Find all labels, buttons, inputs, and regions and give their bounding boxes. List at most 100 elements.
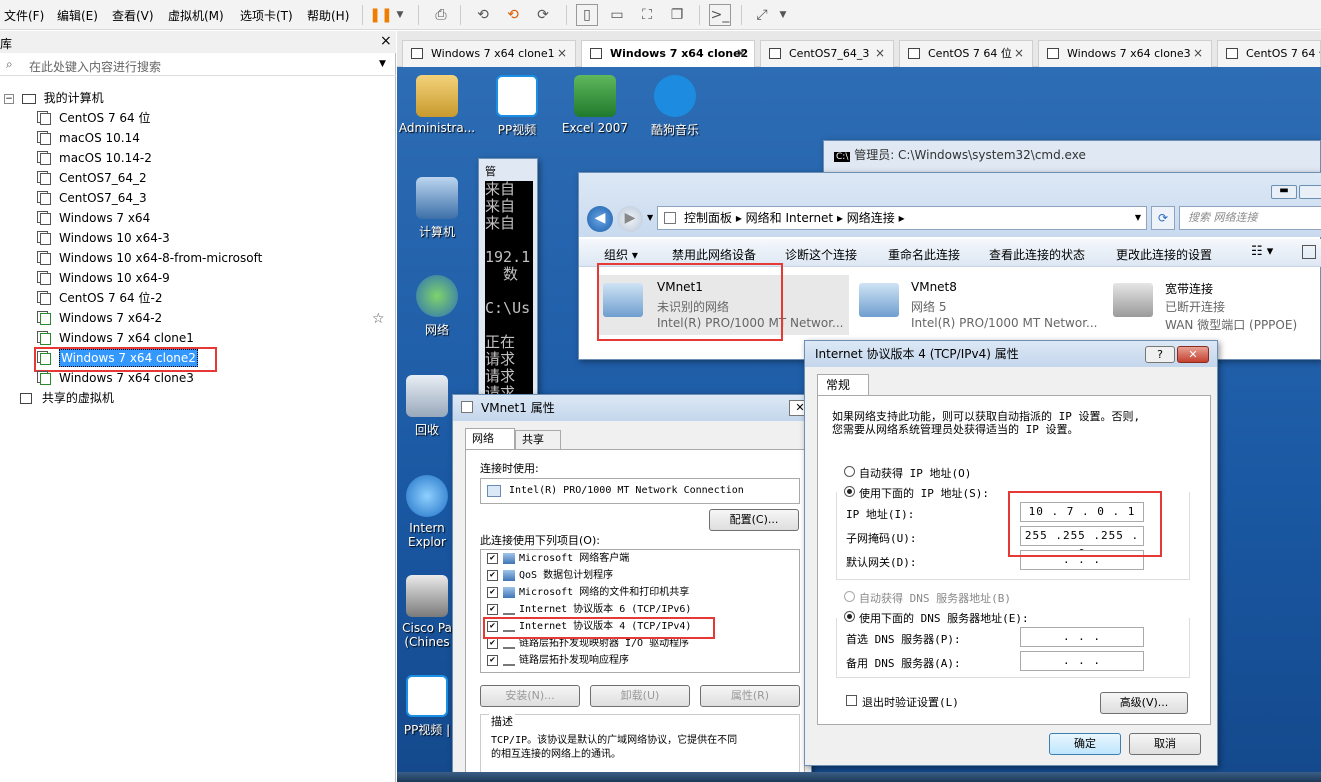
- menu-tabs[interactable]: 选项卡(T): [240, 7, 293, 24]
- configure-button[interactable]: 配置(C)...: [709, 509, 799, 531]
- tree-vm-item[interactable]: Windows 7 x64 clone1: [40, 328, 194, 348]
- tab-sharing[interactable]: 共享: [515, 430, 561, 449]
- forward-button[interactable]: ▶: [617, 206, 643, 232]
- desktop-icon-computer[interactable]: 计算机: [397, 177, 477, 240]
- advanced-button[interactable]: 高级(V)...: [1100, 692, 1188, 714]
- validate-checkbox[interactable]: [846, 695, 857, 706]
- install-button[interactable]: 安装(N)...: [480, 685, 580, 707]
- tree-vm-item[interactable]: Windows 10 x64-3: [40, 228, 170, 248]
- stretch-icon[interactable]: ⤢: [751, 4, 773, 26]
- menu-help[interactable]: 帮助(H): [307, 7, 349, 24]
- search-input[interactable]: 在此处键入内容进行搜索: [29, 58, 161, 75]
- minimize-button[interactable]: ▬: [1271, 185, 1297, 199]
- menu-view[interactable]: 查看(V): [112, 7, 154, 24]
- tree-vm-item[interactable]: CentOS7_64_3: [40, 188, 147, 208]
- breadcrumb-control-panel[interactable]: 控制面板: [684, 211, 732, 225]
- uninstall-button[interactable]: 卸载(U): [590, 685, 690, 707]
- search-input[interactable]: 搜索 网络连接: [1179, 206, 1321, 230]
- ipv4-properties-dialog[interactable]: Internet 协议版本 4 (TCP/IPv4) 属性 ? ✕ 常规 如果网…: [804, 340, 1218, 766]
- view-options-icon[interactable]: ☷ ▾: [1251, 244, 1273, 259]
- desktop-icon-ie[interactable]: Intern Explor: [397, 475, 457, 549]
- tree-vm-item[interactable]: Windows 7 x64 clone2: [40, 348, 198, 368]
- thumbnail-icon[interactable]: ▭: [606, 4, 628, 26]
- revert-snapshot-icon[interactable]: ⟲: [502, 4, 524, 26]
- unity-icon[interactable]: ❐: [666, 4, 688, 26]
- refresh-icon[interactable]: ⟳: [1151, 206, 1175, 230]
- tab-windows-7-x64-clone3[interactable]: Windows 7 x64 clone3 ×: [1038, 40, 1212, 67]
- close-icon[interactable]: ×: [557, 41, 567, 66]
- component-item[interactable]: ✔ Internet 协议版本 6 (TCP/IPv6): [481, 601, 799, 618]
- desktop-icon-excel[interactable]: Excel 2007: [555, 75, 635, 135]
- component-checkbox[interactable]: ✔: [487, 638, 498, 649]
- component-checkbox[interactable]: ✔: [487, 587, 498, 598]
- tree-vm-item[interactable]: macOS 10.14: [40, 128, 140, 148]
- send-keys-icon[interactable]: ⎙: [430, 4, 452, 26]
- tab-centos-7-64[interactable]: CentOS 7 64 位 ×: [899, 40, 1033, 67]
- tree-vm-item[interactable]: CentOS 7 64 位: [40, 108, 150, 128]
- show-library-icon[interactable]: ▯: [576, 4, 598, 26]
- vmnet1-properties-dialog[interactable]: VMnet1 属性 ✕ 网络 共享 连接时使用: Intel(R) PRO/10…: [452, 394, 812, 775]
- tab-windows-7-x64-clone1[interactable]: Windows 7 x64 clone1 ×: [402, 40, 576, 67]
- tab-general[interactable]: 常规: [817, 374, 869, 395]
- console-icon[interactable]: >_: [709, 4, 731, 26]
- help-button[interactable]: ?: [1145, 346, 1175, 363]
- close-button[interactable]: ✕: [1177, 346, 1209, 363]
- organize-button[interactable]: 组织 ▾: [604, 246, 638, 263]
- tree-vm-item[interactable]: Windows 7 x64: [40, 208, 150, 228]
- auto-ip-radio[interactable]: [844, 466, 855, 477]
- disable-device-button[interactable]: 禁用此网络设备: [672, 246, 756, 263]
- chevron-down-icon[interactable]: ▼: [379, 59, 386, 69]
- component-checkbox[interactable]: ✔: [487, 553, 498, 564]
- chevron-down-icon[interactable]: ▼: [776, 4, 790, 26]
- snapshot-manager-icon[interactable]: ⟳: [532, 4, 554, 26]
- tab-centos-7-64-2[interactable]: CentOS 7 64 位-: [1217, 40, 1321, 67]
- component-item[interactable]: ✔ QoS 数据包计划程序: [481, 567, 799, 584]
- menu-file[interactable]: 文件(F): [4, 7, 44, 24]
- tree-vm-item[interactable]: macOS 10.14-2: [40, 148, 152, 168]
- breadcrumb-network-connections[interactable]: 网络连接: [847, 211, 895, 225]
- breadcrumb-network-internet[interactable]: 网络和 Internet: [746, 211, 833, 225]
- collapse-icon[interactable]: −: [4, 93, 14, 104]
- desktop-icon-cisco[interactable]: Cisco Pa (Chines: [397, 575, 457, 649]
- cancel-button[interactable]: 取消: [1129, 733, 1201, 755]
- tree-my-computer[interactable]: − 我的计算机: [4, 88, 104, 108]
- tree-vm-item[interactable]: Windows 7 x64-2: [40, 308, 162, 328]
- library-search[interactable]: ⌕ 在此处键入内容进行搜索 ▼: [0, 54, 396, 76]
- rename-button[interactable]: 重命名此连接: [888, 246, 960, 263]
- view-status-button[interactable]: 查看此连接的状态: [989, 246, 1085, 263]
- desktop-icon-admin[interactable]: Administra...: [397, 75, 477, 135]
- tree-vm-item[interactable]: CentOS7_64_2: [40, 168, 147, 188]
- desktop-icon-kugou[interactable]: 酷狗音乐: [635, 75, 715, 138]
- preferred-dns-field[interactable]: . . .: [1020, 627, 1144, 647]
- component-checkbox[interactable]: ✔: [487, 570, 498, 581]
- tree-vm-item[interactable]: Windows 10 x64-9: [40, 268, 170, 288]
- tab-network[interactable]: 网络: [465, 428, 515, 449]
- tree-vm-item[interactable]: CentOS 7 64 位-2: [40, 288, 162, 308]
- network-connections-window[interactable]: ▬ ◀ ▶ ▼ 控制面板 ▸ 网络和 Internet ▸ 网络连接 ▸ ▼ ⟳…: [578, 172, 1321, 360]
- close-icon[interactable]: ×: [875, 41, 885, 66]
- menu-vm[interactable]: 虚拟机(M): [168, 7, 224, 24]
- close-icon[interactable]: ×: [1193, 41, 1203, 66]
- chevron-down-icon[interactable]: ▼: [1135, 207, 1141, 229]
- tab-centos7-64-3[interactable]: CentOS7_64_3 ×: [760, 40, 894, 67]
- tree-vm-item[interactable]: Windows 10 x64-8-from-microsoft: [40, 248, 262, 268]
- tree-shared-vms[interactable]: 共享的虚拟机: [20, 388, 114, 408]
- preview-pane-icon[interactable]: [1302, 245, 1316, 259]
- component-checkbox[interactable]: ✔: [487, 604, 498, 615]
- alternate-dns-field[interactable]: . . .: [1020, 651, 1144, 671]
- desktop-icon-pp[interactable]: PP视频: [477, 75, 557, 138]
- adapter-vmnet8[interactable]: VMnet8 网络 5 Intel(R) PRO/1000 MT Networ.…: [855, 275, 1105, 335]
- auto-dns-radio[interactable]: [844, 591, 855, 602]
- pause-icon[interactable]: ❚❚: [369, 4, 392, 26]
- component-item[interactable]: ✔ 链路层拓扑发现响应程序: [481, 652, 799, 669]
- properties-button[interactable]: 属性(R): [700, 685, 800, 707]
- tree-vm-item[interactable]: Windows 7 x64 clone3: [40, 368, 194, 388]
- maximize-button[interactable]: [1299, 185, 1321, 199]
- desktop-icon-network[interactable]: 网络: [397, 275, 477, 338]
- desktop-icon-pp2[interactable]: PP视频 |: [397, 675, 457, 738]
- address-bar[interactable]: 控制面板 ▸ 网络和 Internet ▸ 网络连接 ▸ ▼: [657, 206, 1147, 230]
- ok-button[interactable]: 确定: [1049, 733, 1121, 755]
- back-button[interactable]: ◀: [587, 206, 613, 232]
- close-icon[interactable]: ×: [380, 33, 392, 49]
- diagnose-button[interactable]: 诊断这个连接: [785, 246, 857, 263]
